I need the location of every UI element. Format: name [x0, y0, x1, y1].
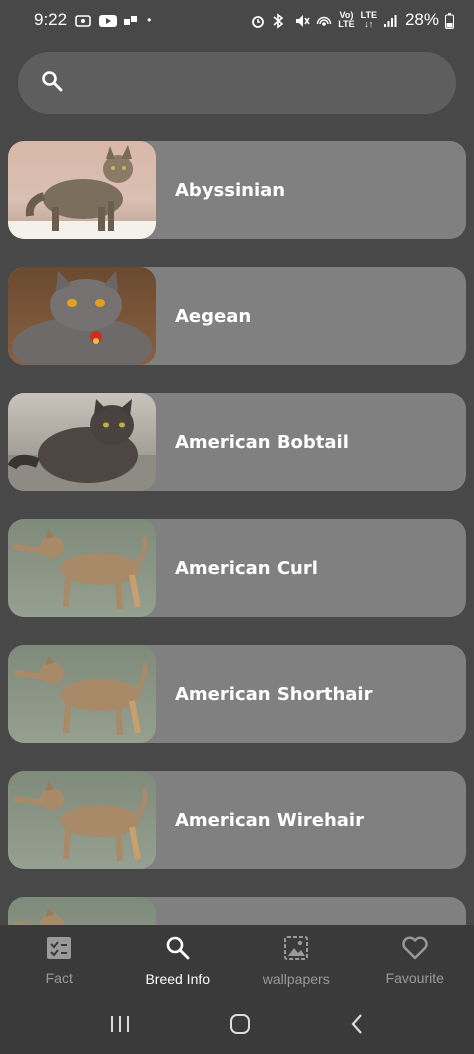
recent-apps-button[interactable] [109, 1014, 131, 1038]
nav-wallpapers[interactable]: wallpapers [237, 925, 356, 997]
back-button[interactable] [349, 1013, 365, 1039]
volte-indicator: Vo) LTE [338, 10, 355, 29]
status-dot: • [147, 13, 152, 27]
screen-record-icon [75, 13, 91, 27]
fact-icon [46, 936, 72, 964]
search-input[interactable] [76, 73, 416, 93]
search-icon [165, 935, 191, 965]
search-bar[interactable] [18, 52, 456, 114]
breed-card-aegean[interactable]: Aegean [8, 267, 466, 365]
cat-photo [8, 771, 156, 869]
breed-name: Aegean [175, 305, 252, 327]
breed-card-american-wirehair[interactable]: American Wirehair [8, 771, 466, 869]
breed-card-abyssinian[interactable]: Abyssinian [8, 141, 466, 239]
status-time: 9:22 [34, 10, 68, 29]
breed-name: American Shorthair [175, 683, 373, 705]
nav-fact[interactable]: Fact [0, 925, 119, 997]
bottom-navigation: Fact Breed Info wallpapers Favourite [0, 925, 474, 997]
nav-label: Favourite [385, 970, 444, 986]
heart-icon [401, 936, 429, 964]
battery-percent: 28% [404, 10, 439, 29]
signal-icon [383, 13, 399, 27]
nav-label: wallpapers [262, 971, 330, 987]
nav-label: Fact [45, 970, 73, 986]
nav-label: Breed Info [145, 971, 211, 987]
breed-list[interactable]: Abyssinian Aegean American Bobtail Ameri… [0, 141, 474, 925]
breed-card-american-shorthair[interactable]: American Shorthair [8, 645, 466, 743]
mute-icon [294, 13, 310, 27]
hotspot-icon [316, 13, 332, 27]
app-notification-icon [123, 13, 139, 27]
nav-breed-info[interactable]: Breed Info [119, 925, 238, 997]
breed-card-american-curl[interactable]: American Curl [8, 519, 466, 617]
breed-card-partial[interactable] [8, 897, 466, 925]
cat-photo [8, 519, 156, 617]
cat-photo [8, 645, 156, 743]
breed-name: American Curl [175, 557, 318, 579]
breed-name: Abyssinian [175, 179, 286, 201]
breed-card-american-bobtail[interactable]: American Bobtail [8, 393, 466, 491]
home-button[interactable] [229, 1013, 251, 1039]
wallpaper-icon [283, 935, 309, 965]
alarm-icon [250, 13, 266, 28]
breed-name: American Wirehair [175, 809, 364, 831]
system-navigation-bar [0, 997, 474, 1054]
search-icon[interactable] [40, 69, 64, 97]
cat-photo [8, 393, 156, 491]
bluetooth-icon [272, 13, 288, 29]
nav-favourite[interactable]: Favourite [356, 925, 474, 997]
battery-icon [445, 13, 454, 29]
cat-photo [8, 267, 156, 365]
status-bar: 9:22 • Vo) LTE LTE ↓↑ 28% [0, 0, 474, 40]
lte-indicator: LTE ↓↑ [360, 10, 377, 29]
cat-photo [8, 897, 156, 925]
cat-photo [8, 141, 156, 239]
breed-name: American Bobtail [175, 431, 349, 453]
youtube-icon [99, 13, 118, 27]
